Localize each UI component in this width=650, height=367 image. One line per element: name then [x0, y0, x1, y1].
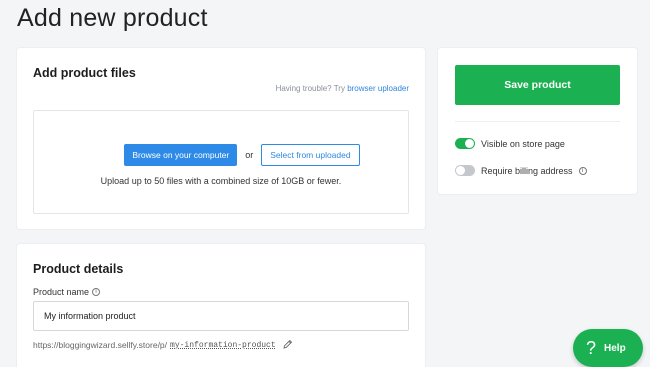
url-prefix: https://bloggingwizard.sellfy.store/p/ — [33, 340, 168, 350]
publish-card: Save product Visible on store page Requi… — [438, 48, 637, 194]
toggle-knob — [456, 166, 465, 175]
page-title: Add new product — [17, 4, 208, 32]
info-icon[interactable]: i — [92, 288, 101, 296]
product-files-card: Add product files Having trouble? Try br… — [17, 48, 425, 229]
url-slug[interactable]: my-information-product — [170, 341, 276, 350]
upload-hint: Upload up to 50 files with a combined si… — [100, 176, 342, 186]
browser-uploader-link[interactable]: browser uploader — [347, 84, 409, 93]
visible-toggle-row: Visible on store page — [455, 138, 565, 149]
product-details-card: Product details Product name i https://b… — [17, 244, 425, 367]
visible-toggle[interactable] — [455, 138, 475, 149]
product-name-input[interactable] — [33, 301, 409, 331]
billing-toggle-row: Require billing address i — [455, 165, 587, 176]
product-url-row: https://bloggingwizard.sellfy.store/p/ m… — [33, 339, 293, 351]
file-dropzone[interactable]: Browse on your computer or Select from u… — [33, 110, 409, 214]
details-heading: Product details — [33, 262, 124, 276]
select-uploaded-button[interactable]: Select from uploaded — [261, 144, 360, 166]
billing-label: Require billing address — [481, 165, 573, 176]
or-separator: or — [245, 150, 254, 160]
pencil-icon[interactable] — [283, 339, 293, 351]
divider — [455, 121, 620, 122]
toggle-knob — [465, 139, 474, 148]
question-icon: ? — [586, 338, 597, 358]
trouble-note: Having trouble? Try browser uploader — [276, 84, 409, 93]
info-icon[interactable]: i — [578, 166, 587, 175]
help-label: Help — [604, 342, 626, 354]
product-name-label-row: Product name i — [33, 287, 101, 297]
product-name-label: Product name — [33, 287, 90, 297]
help-button[interactable]: ? Help — [573, 329, 643, 367]
pencil-icon-svg — [283, 339, 292, 349]
billing-toggle[interactable] — [455, 165, 475, 176]
browse-computer-button[interactable]: Browse on your computer — [124, 144, 238, 166]
visible-label: Visible on store page — [481, 138, 565, 149]
files-heading: Add product files — [33, 66, 136, 80]
trouble-prefix: Having trouble? Try — [275, 84, 345, 93]
save-product-button[interactable]: Save product — [455, 65, 620, 105]
upload-actions: Browse on your computer or Select from u… — [34, 144, 408, 166]
